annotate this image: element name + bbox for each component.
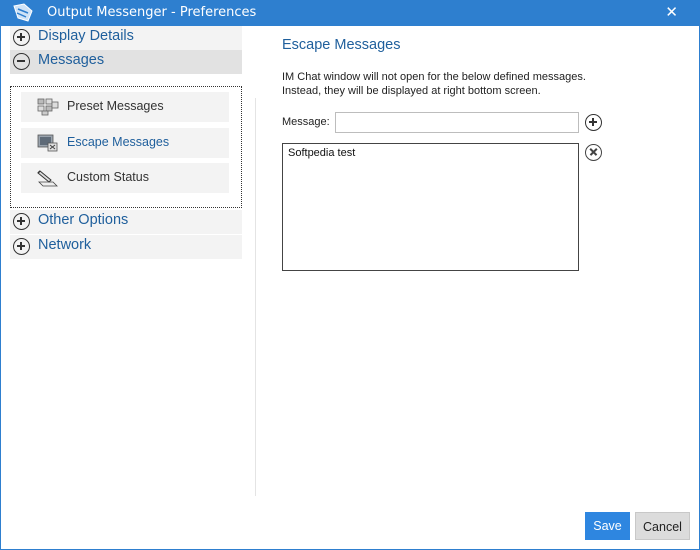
list-item[interactable]: Softpedia test bbox=[288, 147, 355, 159]
category-other-options[interactable]: Other Options bbox=[10, 210, 242, 234]
message-input[interactable] bbox=[335, 112, 579, 133]
category-display-details[interactable]: Display Details bbox=[10, 26, 242, 50]
expand-icon bbox=[13, 238, 30, 255]
submenu-item-custom-status[interactable]: Custom Status bbox=[21, 163, 229, 193]
category-label: Network bbox=[38, 237, 92, 253]
description-line: IM Chat window will not open for the bel… bbox=[282, 71, 586, 83]
category-messages[interactable]: Messages bbox=[10, 50, 242, 74]
pane-divider bbox=[255, 98, 256, 496]
page-title: Escape Messages bbox=[282, 37, 401, 53]
grid-icon bbox=[37, 98, 59, 116]
pencil-icon bbox=[37, 170, 58, 187]
close-icon[interactable]: ✕ bbox=[665, 3, 678, 21]
message-label: Message: bbox=[282, 116, 330, 128]
collapse-icon bbox=[13, 53, 30, 70]
output-messenger-app-icon bbox=[13, 3, 33, 22]
window-title: Output Messenger - Preferences bbox=[47, 5, 257, 20]
messages-submenu: Preset Messages Escape Messages Custom S… bbox=[10, 86, 242, 208]
submenu-item-label: Preset Messages bbox=[67, 99, 164, 113]
preferences-sidebar: Display Details Messages Preset Messages bbox=[1, 26, 255, 496]
remove-message-icon[interactable] bbox=[585, 144, 602, 161]
cancel-button[interactable]: Cancel bbox=[635, 512, 690, 540]
dialog-footer: Save Cancel bbox=[1, 496, 699, 549]
submenu-item-preset-messages[interactable]: Preset Messages bbox=[21, 92, 229, 122]
description: IM Chat window will not open for the bel… bbox=[282, 70, 586, 98]
preferences-window: Display Details Messages Preset Messages bbox=[1, 26, 699, 549]
submenu-item-label: Custom Status bbox=[67, 170, 149, 184]
category-label: Messages bbox=[38, 52, 105, 68]
title-bar: Output Messenger - Preferences ✕ bbox=[0, 0, 700, 26]
category-label: Display Details bbox=[38, 28, 134, 44]
add-message-icon[interactable] bbox=[585, 114, 602, 131]
submenu-item-label: Escape Messages bbox=[67, 135, 170, 149]
description-line: Instead, they will be displayed at right… bbox=[282, 85, 541, 97]
save-button[interactable]: Save bbox=[585, 512, 630, 540]
expand-icon bbox=[13, 29, 30, 46]
category-label: Other Options bbox=[38, 212, 129, 228]
image-icon bbox=[37, 134, 58, 152]
escape-messages-list[interactable]: Softpedia test bbox=[282, 143, 579, 271]
expand-icon bbox=[13, 213, 30, 230]
category-network[interactable]: Network bbox=[10, 235, 242, 259]
submenu-item-escape-messages[interactable]: Escape Messages bbox=[21, 128, 229, 158]
